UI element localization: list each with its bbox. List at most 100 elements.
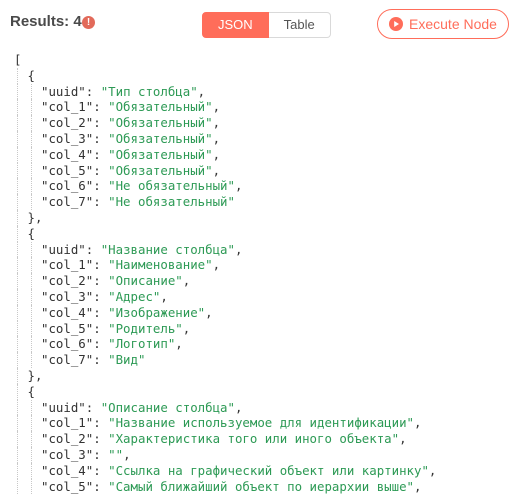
json-colon: : [93, 130, 109, 146]
indent-guide [17, 431, 18, 447]
json-key: "col_1" [41, 99, 94, 115]
json-colon: : [93, 320, 109, 336]
json-line: { [0, 225, 517, 242]
json-key: "col_5" [41, 162, 94, 178]
indent-guide [17, 83, 18, 100]
json-comma: , [234, 241, 243, 257]
indent-guide [30, 431, 32, 447]
json-line: "uuid": "Описание столбца", [0, 399, 517, 416]
indent-guide [30, 446, 32, 463]
json-comma: , [197, 83, 206, 99]
execute-node-button[interactable]: Execute Node [377, 9, 509, 39]
json-key: "col_2" [41, 273, 94, 289]
json-line: "col_6": "Логотип", [0, 336, 517, 353]
json-colon: : [93, 415, 109, 431]
json-line: "col_2": "Обязательный", [0, 115, 517, 131]
tab-json[interactable]: JSON [202, 12, 269, 38]
indent-guide [17, 209, 18, 226]
json-comma: , [399, 431, 407, 447]
json-key: "col_4" [41, 146, 94, 162]
json-comma: , [414, 478, 422, 494]
json-key: "col_4" [41, 462, 94, 478]
indent-guide [17, 462, 18, 479]
json-colon: : [93, 194, 109, 210]
json-colon: : [93, 336, 109, 352]
json-key: "uuid" [41, 241, 86, 257]
json-colon: : [85, 241, 101, 257]
json-output-panel[interactable]: [{"uuid": "Тип столбца", "col_1": "Обязат… [0, 52, 517, 500]
json-key: "col_2" [41, 115, 94, 131]
json-line: "col_3": "", [0, 446, 517, 463]
json-comma: , [123, 446, 131, 462]
json-colon: : [93, 446, 109, 462]
json-bracket: { [27, 225, 35, 241]
indent-guide [17, 288, 18, 305]
json-colon: : [93, 288, 109, 304]
results-count-label: Results: 4 [10, 13, 82, 30]
json-key: "col_6" [41, 336, 94, 352]
json-colon: : [93, 478, 109, 494]
json-line: "col_2": "Характеристика того или иного … [0, 431, 517, 447]
json-comma: , [175, 336, 183, 352]
json-comma: , [182, 273, 191, 289]
output-toolbar: Results: 4 ! JSON Table Execute Node [0, 0, 517, 50]
indent-guide [30, 178, 32, 195]
indent-guide [17, 383, 18, 400]
indent-guide [17, 194, 18, 210]
json-string-value: "Название столбца" [100, 241, 235, 257]
json-string-value: "Ссылка на графический объект или картин… [108, 462, 429, 478]
json-comma: , [212, 115, 221, 131]
json-line: "col_4": "Изображение", [0, 304, 517, 321]
json-bracket: }, [27, 209, 43, 225]
indent-guide [17, 478, 18, 495]
json-colon: : [93, 257, 109, 273]
json-line: { [0, 67, 517, 84]
json-string-value: "Адрес" [108, 288, 161, 304]
json-colon: : [93, 178, 109, 194]
indent-guide [30, 320, 32, 337]
json-bracket: { [27, 67, 35, 83]
json-line: "col_1": "Обязательный", [0, 99, 517, 116]
json-string-value: "Характеристика того или иного объекта" [108, 431, 400, 447]
indent-guide [17, 352, 18, 368]
indent-guide [30, 83, 32, 100]
json-key: "col_7" [41, 194, 94, 210]
indent-guide [30, 146, 32, 163]
json-comma: , [212, 99, 221, 115]
json-colon: : [93, 304, 109, 320]
indent-guide [30, 415, 32, 432]
json-line: }, [0, 367, 517, 384]
json-comma: , [212, 130, 221, 146]
indent-guide [30, 352, 32, 368]
json-line: "col_1": "Наименование", [0, 257, 517, 274]
json-line: "col_7": "Не обязательный" [0, 194, 517, 210]
json-string-value: "Вид" [108, 352, 146, 368]
json-key: "col_3" [41, 288, 94, 304]
indent-guide [17, 446, 18, 463]
json-comma: , [234, 178, 243, 194]
json-string-value: "Не обязательный" [108, 178, 235, 194]
json-colon: : [93, 99, 109, 115]
json-line: "col_3": "Адрес", [0, 288, 517, 305]
json-comma: , [182, 320, 191, 336]
json-line: "col_5": "Самый ближайший объект по иера… [0, 478, 517, 495]
indent-guide [30, 241, 32, 258]
json-comma: , [212, 162, 221, 178]
json-string-value: "Обязательный" [108, 115, 213, 131]
info-icon[interactable]: ! [82, 16, 95, 29]
indent-guide [17, 178, 18, 195]
indent-guide [17, 225, 18, 242]
indent-guide [30, 288, 32, 305]
json-line: "uuid": "Тип столбца", [0, 83, 517, 100]
tab-table[interactable]: Table [268, 12, 331, 38]
json-line: "col_7": "Вид" [0, 352, 517, 368]
json-bracket: [ [14, 52, 22, 67]
indent-guide [17, 273, 18, 289]
json-line: { [0, 383, 517, 400]
indent-guide [17, 320, 18, 337]
json-line: "col_3": "Обязательный", [0, 130, 517, 147]
json-string-value: "Описание столбца" [100, 399, 235, 415]
json-key: "col_5" [41, 320, 94, 336]
json-key: "col_2" [41, 431, 94, 447]
json-bracket: }, [27, 367, 43, 383]
